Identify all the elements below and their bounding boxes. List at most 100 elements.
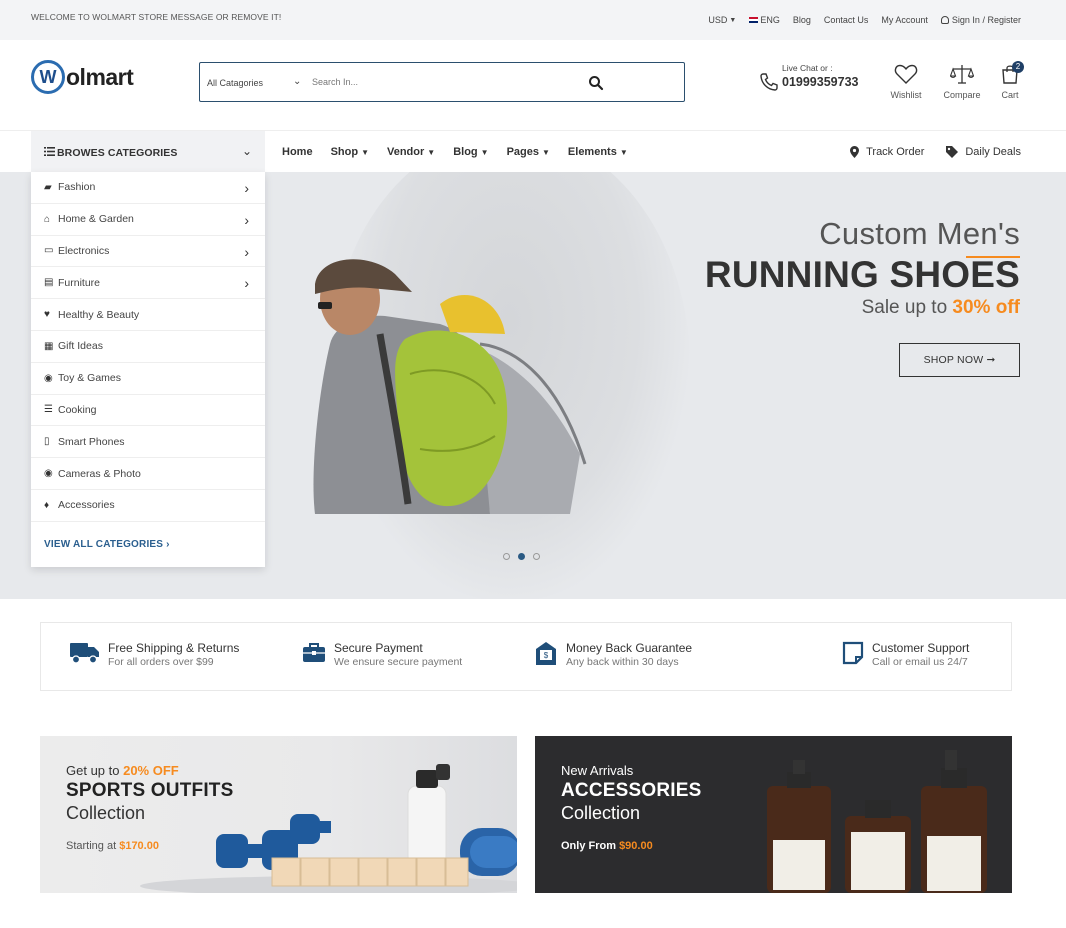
shop-now-button[interactable]: SHOP NOW ➞ [899, 343, 1020, 377]
banner-collection: Collection [66, 803, 146, 823]
mobile-icon: ▯ [44, 436, 50, 448]
view-all-categories-link[interactable]: VIEW ALL CATEGORIES › [31, 522, 265, 568]
feature-subtitle: We ensure secure payment [334, 656, 463, 668]
chevron-down-icon: ▼ [729, 16, 737, 24]
logo[interactable]: W olmart [31, 60, 134, 94]
arrow-right-icon: ➞ [986, 354, 996, 366]
slider-dot-active[interactable] [518, 553, 525, 560]
banner-accessories[interactable]: New Arrivals ACCESSORIES Collection Only… [535, 736, 1012, 893]
daily-deals-link[interactable]: Daily Deals [946, 146, 1021, 158]
browse-categories-toggle[interactable]: BROWES CATEGORIES ⌄ [31, 131, 265, 172]
nav-blog[interactable]: Blog ▼ [453, 146, 488, 158]
chevron-right-icon: › [244, 180, 249, 196]
category-item-cooking[interactable]: ☰ Cooking [31, 395, 265, 427]
cart-count-badge: 2 [1012, 61, 1024, 73]
category-item-cameras-photo[interactable]: ◉ Cameras & Photo [31, 458, 265, 490]
feature-title: Customer Support [872, 641, 970, 655]
top-bar-links: USD ▼ ENG Blog Contact Us My Account Sign… [695, 15, 1021, 25]
banner-price: Only From $90.00 [561, 840, 653, 852]
nav-shop[interactable]: Shop ▼ [331, 146, 369, 158]
chevron-down-icon: ▼ [427, 147, 436, 157]
slider-dots [503, 553, 548, 560]
flag-icon [749, 17, 759, 23]
chevron-down-icon: ⌄ [241, 144, 252, 158]
logo-text: olmart [66, 63, 134, 90]
search-bar: All Catagories ⌄ [199, 62, 685, 102]
gamepad-icon: ◉ [44, 372, 53, 384]
chevron-right-icon: › [244, 211, 249, 228]
category-item-toy-games[interactable]: ◉ Toy & Games [31, 363, 265, 395]
nav-home[interactable]: Home [282, 146, 313, 158]
blog-link[interactable]: Blog [793, 15, 811, 25]
home-icon: ⌂ [44, 213, 51, 225]
tag-icon [946, 146, 959, 158]
category-item-smart-phones[interactable]: ▯ Smart Phones [31, 426, 265, 459]
search-input[interactable] [312, 71, 562, 93]
slider-dot[interactable] [503, 553, 510, 560]
welcome-message: WELCOME TO WOLMART STORE MESSAGE OR REMO… [31, 12, 282, 22]
logo-mark: W [31, 60, 65, 94]
feature-title: Free Shipping & Returns [108, 641, 240, 655]
svg-text:$: $ [544, 651, 549, 660]
chevron-right-icon: › [244, 243, 249, 260]
phone-number[interactable]: 01999359733 [782, 75, 858, 89]
banner-collection: Collection [561, 803, 641, 823]
category-item-gift-ideas[interactable]: ▦ Gift Ideas [31, 331, 265, 363]
feature-subtitle: Call or email us 24/7 [872, 656, 968, 668]
nav-vendor[interactable]: Vendor ▼ [387, 146, 435, 158]
category-item-fashion[interactable]: ▰ Fashion › [31, 172, 265, 204]
banner-pretitle: New Arrivals [561, 763, 634, 778]
money-back-icon: $ [536, 642, 556, 665]
hamburger-icon: ☰ [44, 404, 53, 416]
gift-icon: ▦ [44, 340, 54, 352]
cart-label: Cart [1001, 90, 1019, 100]
banner-sports-outfits[interactable]: Get up to 20% OFF SPORTS OUTFITS Collect… [40, 736, 517, 893]
compare-icon [950, 65, 974, 84]
currency-selector[interactable]: USD ▼ [708, 15, 736, 25]
my-account-link[interactable]: My Account [881, 15, 928, 25]
feature-free-shipping: Free Shipping & Returns For all orders ov… [70, 641, 239, 668]
category-item-healthy-beauty[interactable]: ♥ Healthy & Beauty [31, 299, 265, 331]
track-order-link[interactable]: Track Order [850, 146, 924, 158]
chevron-down-icon[interactable]: ⌄ [293, 76, 301, 87]
feature-title: Secure Payment [334, 641, 423, 655]
wishlist-button[interactable]: Wishlist [886, 63, 926, 100]
gem-icon: ♦ [44, 499, 50, 511]
browse-categories-label: BROWES CATEGORIES [57, 147, 178, 159]
phone-icon [760, 73, 778, 91]
category-item-accessories[interactable]: ♦ Accessories [31, 490, 265, 522]
feature-money-back: $ Money Back Guarantee Any back within 30… [534, 641, 692, 668]
auth-links: Sign In / Register [940, 15, 1021, 25]
feature-secure-payment: Secure Payment We ensure secure payment [302, 641, 462, 668]
slider-dot[interactable] [533, 553, 540, 560]
signin-link[interactable]: Sign In [952, 15, 980, 25]
separator: / [982, 15, 985, 25]
chevron-down-icon: ▼ [361, 147, 369, 157]
bed-icon: ▤ [44, 277, 54, 289]
banner-pretitle: Get up to 20% OFF [66, 763, 179, 778]
feature-subtitle: For all orders over $99 [108, 656, 214, 668]
category-item-home-garden[interactable]: ⌂ Home & Garden › [31, 204, 265, 236]
search-icon[interactable] [588, 75, 604, 91]
top-bar: WELCOME TO WOLMART STORE MESSAGE OR REMO… [0, 0, 1066, 40]
main-nav: Home Shop ▼ Vendor ▼ Blog ▼ Pages ▼ Elements… [282, 146, 646, 158]
compare-label: Compare [943, 90, 981, 100]
support-icon [842, 641, 864, 665]
tshirt-icon: ▰ [44, 181, 52, 193]
contact-us-link[interactable]: Contact Us [824, 15, 869, 25]
nav-elements[interactable]: Elements ▼ [568, 146, 628, 158]
category-item-electronics[interactable]: ▭ Electronics › [31, 236, 265, 268]
compare-button[interactable]: Compare [939, 63, 985, 100]
category-item-furniture[interactable]: ▤ Furniture › [31, 267, 265, 300]
chevron-right-icon: › [166, 539, 170, 551]
register-link[interactable]: Register [987, 15, 1021, 25]
banner-title: SPORTS OUTFITS [66, 780, 234, 801]
nav-pages[interactable]: Pages ▼ [507, 146, 550, 158]
banner-title: ACCESSORIES [561, 780, 702, 801]
map-marker-icon [850, 146, 860, 158]
camera-icon: ◉ [44, 468, 53, 480]
language-selector[interactable]: ENG [749, 15, 780, 25]
search-category-select[interactable]: All Catagories [207, 78, 263, 88]
cart-button[interactable]: 2 Cart [998, 61, 1024, 100]
chevron-down-icon: ▼ [480, 147, 489, 157]
